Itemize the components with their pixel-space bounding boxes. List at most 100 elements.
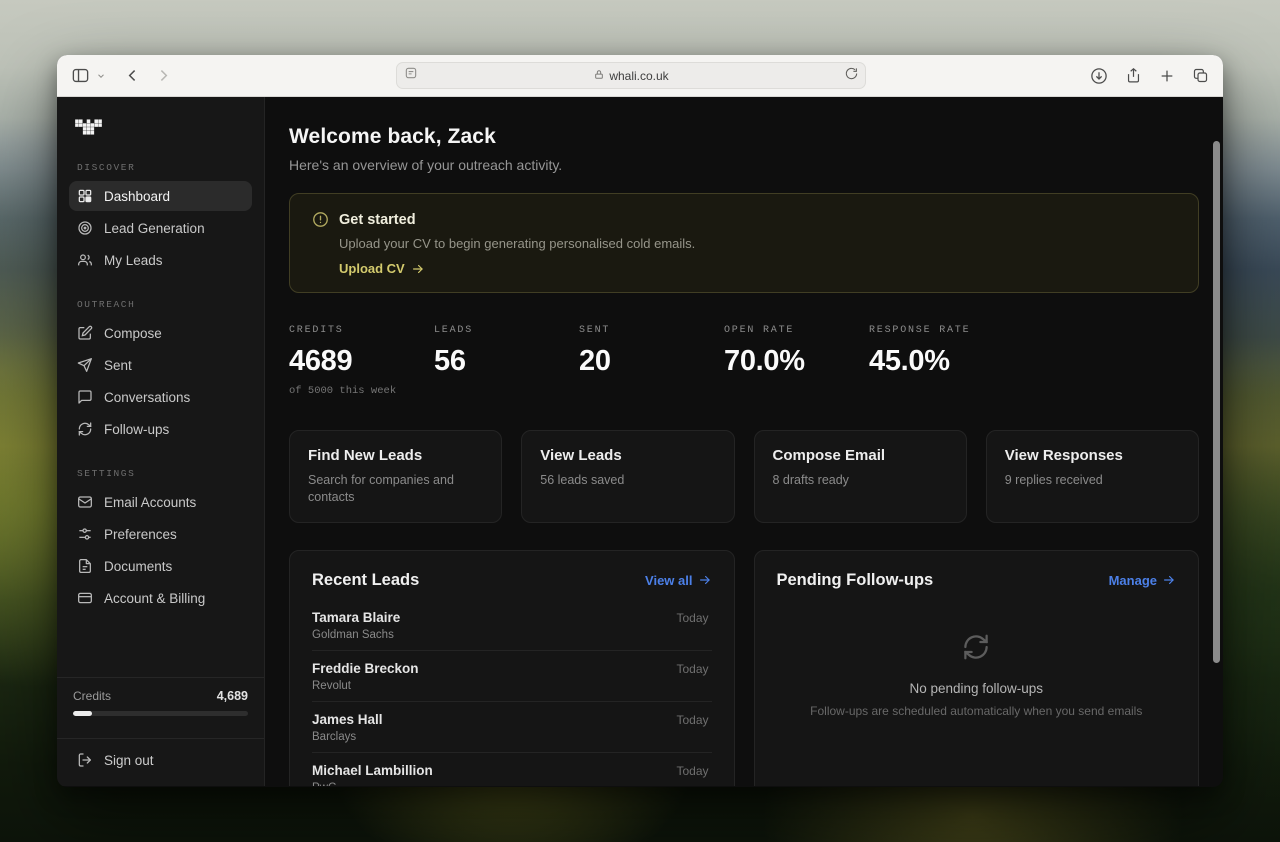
sidebar-item-label: Account & Billing xyxy=(104,590,206,606)
upload-cv-label: Upload CV xyxy=(339,261,405,276)
sidebar-toggle-icon[interactable] xyxy=(71,66,90,85)
stat-label: CREDITS xyxy=(289,325,344,336)
lead-row[interactable]: Michael Lambillion PwC Today xyxy=(312,751,712,786)
lead-time: Today xyxy=(676,763,709,778)
page-settings-icon[interactable] xyxy=(404,66,418,85)
sign-out-icon xyxy=(77,752,93,768)
stat-open-rate: OPEN RATE 70.0% xyxy=(724,325,869,397)
sign-out-label: Sign out xyxy=(104,752,154,768)
chat-icon xyxy=(77,389,93,405)
reload-icon[interactable] xyxy=(845,67,858,85)
sidebar-item-label: Sent xyxy=(104,357,132,373)
followups-empty-state: No pending follow-ups Follow-ups are sch… xyxy=(777,632,1177,718)
view-responses-card[interactable]: View Responses 9 replies received xyxy=(985,430,1199,523)
users-icon xyxy=(77,252,93,268)
view-all-label: View all xyxy=(645,572,693,588)
upload-cv-link[interactable]: Upload CV xyxy=(339,261,1176,276)
sidebar-item-follow-ups[interactable]: Follow-ups xyxy=(69,414,252,444)
credits-value: 4,689 xyxy=(216,689,248,703)
stat-value: 45.0% xyxy=(869,345,950,377)
stat-label: LEADS xyxy=(434,325,474,336)
scrollbar-thumb[interactable] xyxy=(1213,141,1220,663)
sidebar-item-documents[interactable]: Documents xyxy=(69,551,252,581)
card-subtitle: Search for companies and contacts xyxy=(308,473,454,504)
banner-body: Upload your CV to begin generating perso… xyxy=(339,236,696,251)
stat-label: OPEN RATE xyxy=(724,325,795,336)
manage-link[interactable]: Manage xyxy=(1109,573,1176,588)
stat-label: RESPONSE RATE xyxy=(869,325,971,336)
action-cards-row: Find New Leads Search for companies and … xyxy=(289,430,1199,523)
sidebar-item-compose[interactable]: Compose xyxy=(69,318,252,348)
banner-title: Get started xyxy=(339,211,416,228)
sidebar-item-label: Email Accounts xyxy=(104,494,197,510)
card-title: View Responses xyxy=(1004,447,1123,464)
sidebar-item-preferences[interactable]: Preferences xyxy=(69,519,252,549)
card-title: Compose Email xyxy=(772,447,886,464)
sidebar-item-label: Follow-ups xyxy=(104,421,170,437)
target-icon xyxy=(77,220,93,236)
lead-time: Today xyxy=(676,610,709,625)
find-new-leads-card[interactable]: Find New Leads Search for companies and … xyxy=(289,430,503,523)
empty-title: No pending follow-ups xyxy=(909,680,1044,696)
main-content: Welcome back, Zack Here's an overview of… xyxy=(265,97,1223,786)
sidebar-item-label: My Leads xyxy=(104,252,163,268)
recent-leads-title: Recent Leads xyxy=(312,570,420,589)
sidebar-item-lead-generation[interactable]: Lead Generation xyxy=(69,213,252,243)
browser-window: whali.co.uk DISCOVER Dashboard Lead Gene… xyxy=(57,55,1223,787)
view-leads-card[interactable]: View Leads 56 leads saved xyxy=(521,430,735,523)
lead-time: Today xyxy=(676,661,709,676)
section-label-settings: SETTINGS xyxy=(77,468,136,479)
sidebar-item-my-leads[interactable]: My Leads xyxy=(69,245,252,275)
stats-row: CREDITS 4689 of 5000 this week LEADS 56 … xyxy=(289,325,1199,397)
arrow-right-icon xyxy=(412,264,423,273)
lead-time: Today xyxy=(676,712,709,727)
whale-pixel-logo-icon xyxy=(75,119,102,135)
card-subtitle: 56 leads saved xyxy=(540,473,625,487)
stat-credits: CREDITS 4689 of 5000 this week xyxy=(289,325,434,397)
stat-leads: LEADS 56 xyxy=(434,325,579,397)
lead-name: Tamara Blaire xyxy=(312,609,401,625)
mail-icon xyxy=(77,494,93,510)
compose-email-card[interactable]: Compose Email 8 drafts ready xyxy=(753,430,967,523)
section-label-discover: DISCOVER xyxy=(77,162,136,173)
forward-icon[interactable] xyxy=(155,67,172,84)
card-title: Find New Leads xyxy=(308,447,423,464)
share-icon[interactable] xyxy=(1125,67,1142,84)
sidebar-item-label: Preferences xyxy=(104,526,177,542)
sidebar-item-label: Conversations xyxy=(104,389,191,405)
page-subtitle: Here's an overview of your outreach acti… xyxy=(289,157,563,173)
recent-leads-card: Recent Leads View all Tamara Blaire Gold… xyxy=(289,549,735,786)
sidebar-item-sent[interactable]: Sent xyxy=(69,350,252,380)
address-bar[interactable]: whali.co.uk xyxy=(396,62,866,89)
card-subtitle: 8 drafts ready xyxy=(772,473,849,487)
browser-toolbar: whali.co.uk xyxy=(57,55,1223,97)
manage-label: Manage xyxy=(1108,572,1157,588)
stat-value: 4689 xyxy=(289,345,353,377)
back-icon[interactable] xyxy=(124,67,141,84)
stat-sub: of 5000 this week xyxy=(289,385,397,397)
stat-value: 20 xyxy=(579,345,611,377)
section-label-outreach: OUTREACH xyxy=(77,299,136,310)
sidebar-item-email-accounts[interactable]: Email Accounts xyxy=(69,487,252,517)
downloads-icon[interactable] xyxy=(1090,67,1108,85)
logo xyxy=(69,115,252,140)
lead-row[interactable]: Freddie Breckon Revolut Today xyxy=(312,649,712,701)
stat-value: 70.0% xyxy=(724,345,805,377)
chevron-down-icon[interactable] xyxy=(96,71,106,81)
tab-overview-icon[interactable] xyxy=(1192,67,1209,84)
lead-row[interactable]: Tamara Blaire Goldman Sachs Today xyxy=(312,600,712,650)
stat-response-rate: RESPONSE RATE 45.0% xyxy=(869,325,1014,397)
sidebar-item-dashboard[interactable]: Dashboard xyxy=(69,181,252,211)
new-tab-icon[interactable] xyxy=(1159,68,1175,84)
sidebar-item-account-billing[interactable]: Account & Billing xyxy=(69,583,252,613)
lead-company: PwC xyxy=(312,782,665,786)
sign-out-button[interactable]: Sign out xyxy=(69,739,252,772)
page-title: Welcome back, Zack xyxy=(289,125,496,148)
stat-label: SENT xyxy=(579,325,611,336)
sidebar-item-conversations[interactable]: Conversations xyxy=(69,382,252,412)
credits-progress-bar xyxy=(73,711,248,716)
view-all-link[interactable]: View all xyxy=(645,573,711,588)
lead-row[interactable]: James Hall Barclays Today xyxy=(312,700,712,752)
lead-name: Michael Lambillion xyxy=(312,762,433,778)
refresh-icon xyxy=(961,632,991,667)
